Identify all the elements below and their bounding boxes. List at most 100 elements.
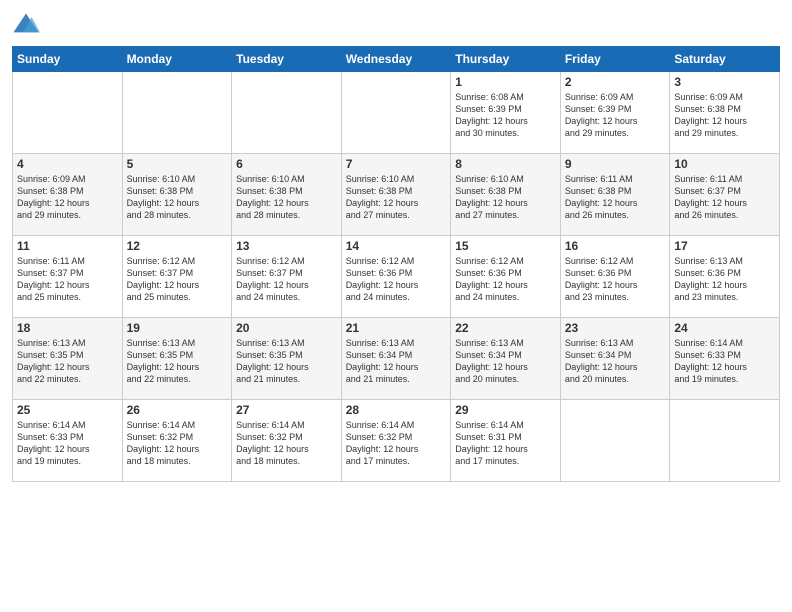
calendar-cell: 10 Sunrise: 6:11 AM Sunset: 6:37 PM Dayli… <box>670 154 780 236</box>
day-info: Sunrise: 6:14 AM Sunset: 6:31 PM Dayligh… <box>455 419 556 468</box>
day-number: 26 <box>127 403 228 417</box>
calendar-cell: 22 Sunrise: 6:13 AM Sunset: 6:34 PM Dayli… <box>451 318 561 400</box>
header-friday: Friday <box>560 47 670 72</box>
calendar-cell: 15 Sunrise: 6:12 AM Sunset: 6:36 PM Dayli… <box>451 236 561 318</box>
calendar-cell: 4 Sunrise: 6:09 AM Sunset: 6:38 PM Daylig… <box>13 154 123 236</box>
calendar-cell: 14Sunrise: 6:12 AM Sunset: 6:36 PM Dayli… <box>341 236 451 318</box>
calendar-week-0: 1Sunrise: 6:08 AM Sunset: 6:39 PM Daylig… <box>13 72 780 154</box>
day-info: Sunrise: 6:10 AM Sunset: 6:38 PM Dayligh… <box>127 173 228 222</box>
calendar-cell: 11 Sunrise: 6:11 AM Sunset: 6:37 PM Dayli… <box>13 236 123 318</box>
day-number: 13 <box>236 239 337 253</box>
calendar-cell: 3Sunrise: 6:09 AM Sunset: 6:38 PM Daylig… <box>670 72 780 154</box>
header-sunday: Sunday <box>13 47 123 72</box>
day-info: Sunrise: 6:12 AM Sunset: 6:37 PM Dayligh… <box>127 255 228 304</box>
calendar-cell: 5 Sunrise: 6:10 AM Sunset: 6:38 PM Daylig… <box>122 154 232 236</box>
day-number: 25 <box>17 403 118 417</box>
calendar-cell: 7 Sunrise: 6:10 AM Sunset: 6:38 PM Daylig… <box>341 154 451 236</box>
day-number: 19 <box>127 321 228 335</box>
day-info: Sunrise: 6:11 AM Sunset: 6:37 PM Dayligh… <box>674 173 775 222</box>
calendar-cell: 16Sunrise: 6:12 AM Sunset: 6:36 PM Dayli… <box>560 236 670 318</box>
header-saturday: Saturday <box>670 47 780 72</box>
day-info: Sunrise: 6:10 AM Sunset: 6:38 PM Dayligh… <box>455 173 556 222</box>
calendar-week-3: 18 Sunrise: 6:13 AM Sunset: 6:35 PM Dayli… <box>13 318 780 400</box>
day-number: 5 <box>127 157 228 171</box>
day-number: 16 <box>565 239 666 253</box>
header-tuesday: Tuesday <box>232 47 342 72</box>
day-info: Sunrise: 6:14 AM Sunset: 6:32 PM Dayligh… <box>236 419 337 468</box>
calendar-cell <box>560 400 670 482</box>
calendar-cell: 13Sunrise: 6:12 AM Sunset: 6:37 PM Dayli… <box>232 236 342 318</box>
header-monday: Monday <box>122 47 232 72</box>
logo-icon <box>12 10 40 38</box>
day-number: 4 <box>17 157 118 171</box>
calendar-cell: 23 Sunrise: 6:13 AM Sunset: 6:34 PM Dayli… <box>560 318 670 400</box>
day-number: 6 <box>236 157 337 171</box>
calendar-cell: 28 Sunrise: 6:14 AM Sunset: 6:32 PM Dayli… <box>341 400 451 482</box>
calendar-cell: 20Sunrise: 6:13 AM Sunset: 6:35 PM Dayli… <box>232 318 342 400</box>
day-info: Sunrise: 6:13 AM Sunset: 6:34 PM Dayligh… <box>346 337 447 386</box>
day-number: 1 <box>455 75 556 89</box>
day-info: Sunrise: 6:10 AM Sunset: 6:38 PM Dayligh… <box>346 173 447 222</box>
day-info: Sunrise: 6:12 AM Sunset: 6:36 PM Dayligh… <box>455 255 556 304</box>
day-number: 28 <box>346 403 447 417</box>
day-number: 22 <box>455 321 556 335</box>
day-number: 11 <box>17 239 118 253</box>
calendar-cell: 18 Sunrise: 6:13 AM Sunset: 6:35 PM Dayli… <box>13 318 123 400</box>
day-number: 24 <box>674 321 775 335</box>
day-info: Sunrise: 6:14 AM Sunset: 6:33 PM Dayligh… <box>17 419 118 468</box>
calendar-cell: 21 Sunrise: 6:13 AM Sunset: 6:34 PM Dayli… <box>341 318 451 400</box>
day-info: Sunrise: 6:13 AM Sunset: 6:35 PM Dayligh… <box>127 337 228 386</box>
calendar-cell: 27 Sunrise: 6:14 AM Sunset: 6:32 PM Dayli… <box>232 400 342 482</box>
header-thursday: Thursday <box>451 47 561 72</box>
day-info: Sunrise: 6:14 AM Sunset: 6:32 PM Dayligh… <box>127 419 228 468</box>
day-number: 20 <box>236 321 337 335</box>
day-number: 12 <box>127 239 228 253</box>
day-info: Sunrise: 6:11 AM Sunset: 6:37 PM Dayligh… <box>17 255 118 304</box>
day-info: Sunrise: 6:09 AM Sunset: 6:38 PM Dayligh… <box>674 91 775 140</box>
day-number: 18 <box>17 321 118 335</box>
calendar-cell: 29 Sunrise: 6:14 AM Sunset: 6:31 PM Dayli… <box>451 400 561 482</box>
calendar-cell: 1Sunrise: 6:08 AM Sunset: 6:39 PM Daylig… <box>451 72 561 154</box>
day-number: 29 <box>455 403 556 417</box>
day-number: 23 <box>565 321 666 335</box>
day-number: 17 <box>674 239 775 253</box>
calendar-cell <box>232 72 342 154</box>
day-info: Sunrise: 6:14 AM Sunset: 6:32 PM Dayligh… <box>346 419 447 468</box>
calendar-header-row: SundayMondayTuesdayWednesdayThursdayFrid… <box>13 47 780 72</box>
calendar-cell: 26 Sunrise: 6:14 AM Sunset: 6:32 PM Dayli… <box>122 400 232 482</box>
calendar-cell <box>122 72 232 154</box>
day-number: 15 <box>455 239 556 253</box>
day-info: Sunrise: 6:13 AM Sunset: 6:34 PM Dayligh… <box>455 337 556 386</box>
logo <box>12 10 44 38</box>
day-info: Sunrise: 6:10 AM Sunset: 6:38 PM Dayligh… <box>236 173 337 222</box>
day-number: 27 <box>236 403 337 417</box>
day-number: 10 <box>674 157 775 171</box>
day-info: Sunrise: 6:09 AM Sunset: 6:38 PM Dayligh… <box>17 173 118 222</box>
day-info: Sunrise: 6:14 AM Sunset: 6:33 PM Dayligh… <box>674 337 775 386</box>
calendar-cell: 25 Sunrise: 6:14 AM Sunset: 6:33 PM Dayli… <box>13 400 123 482</box>
page-header <box>12 10 780 38</box>
day-info: Sunrise: 6:12 AM Sunset: 6:36 PM Dayligh… <box>346 255 447 304</box>
calendar-cell: 12 Sunrise: 6:12 AM Sunset: 6:37 PM Dayli… <box>122 236 232 318</box>
day-number: 2 <box>565 75 666 89</box>
calendar-week-2: 11 Sunrise: 6:11 AM Sunset: 6:37 PM Dayli… <box>13 236 780 318</box>
calendar-cell: 8Sunrise: 6:10 AM Sunset: 6:38 PM Daylig… <box>451 154 561 236</box>
day-info: Sunrise: 6:13 AM Sunset: 6:35 PM Dayligh… <box>17 337 118 386</box>
day-info: Sunrise: 6:09 AM Sunset: 6:39 PM Dayligh… <box>565 91 666 140</box>
calendar-cell: 24 Sunrise: 6:14 AM Sunset: 6:33 PM Dayli… <box>670 318 780 400</box>
calendar-cell: 17 Sunrise: 6:13 AM Sunset: 6:36 PM Dayli… <box>670 236 780 318</box>
calendar-week-1: 4 Sunrise: 6:09 AM Sunset: 6:38 PM Daylig… <box>13 154 780 236</box>
day-number: 9 <box>565 157 666 171</box>
calendar-week-4: 25 Sunrise: 6:14 AM Sunset: 6:33 PM Dayli… <box>13 400 780 482</box>
day-info: Sunrise: 6:13 AM Sunset: 6:36 PM Dayligh… <box>674 255 775 304</box>
day-number: 7 <box>346 157 447 171</box>
day-number: 21 <box>346 321 447 335</box>
calendar-cell <box>13 72 123 154</box>
day-info: Sunrise: 6:11 AM Sunset: 6:38 PM Dayligh… <box>565 173 666 222</box>
calendar-cell: 2 Sunrise: 6:09 AM Sunset: 6:39 PM Daylig… <box>560 72 670 154</box>
calendar-cell <box>341 72 451 154</box>
day-info: Sunrise: 6:13 AM Sunset: 6:34 PM Dayligh… <box>565 337 666 386</box>
page-container: SundayMondayTuesdayWednesdayThursdayFrid… <box>0 0 792 490</box>
calendar-table: SundayMondayTuesdayWednesdayThursdayFrid… <box>12 46 780 482</box>
calendar-cell: 9 Sunrise: 6:11 AM Sunset: 6:38 PM Daylig… <box>560 154 670 236</box>
